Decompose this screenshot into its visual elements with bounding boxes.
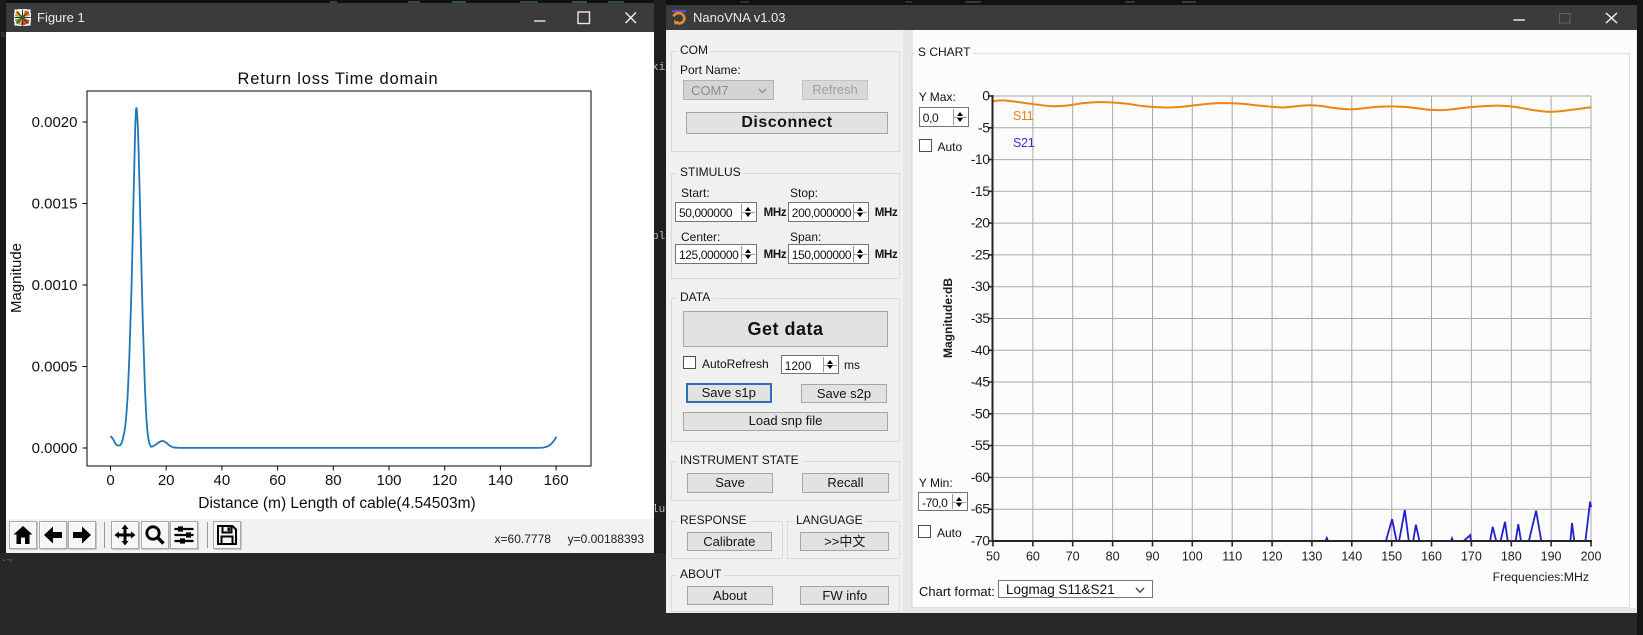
svg-text:0.0000: 0.0000: [32, 440, 78, 457]
svg-text:80: 80: [325, 472, 342, 489]
svg-text:140: 140: [488, 472, 513, 489]
svg-text:40: 40: [214, 472, 231, 489]
svg-text:100: 100: [376, 472, 401, 489]
svg-text:160: 160: [544, 472, 569, 489]
svg-text:Magnitude: Magnitude: [8, 243, 25, 313]
svg-text:0.0005: 0.0005: [32, 359, 78, 376]
svg-text:20: 20: [158, 472, 175, 489]
svg-text:0.0020: 0.0020: [32, 114, 78, 131]
svg-text:0.0015: 0.0015: [32, 196, 78, 213]
svg-text:0.0010: 0.0010: [32, 277, 78, 294]
svg-text:120: 120: [432, 472, 457, 489]
svg-text:0: 0: [106, 472, 114, 489]
svg-text:Distance (m) Length of cable(4: Distance (m) Length of cable(4.54503m): [198, 495, 475, 512]
svg-text:Return loss Time domain: Return loss Time domain: [238, 70, 439, 88]
svg-text:60: 60: [269, 472, 286, 489]
